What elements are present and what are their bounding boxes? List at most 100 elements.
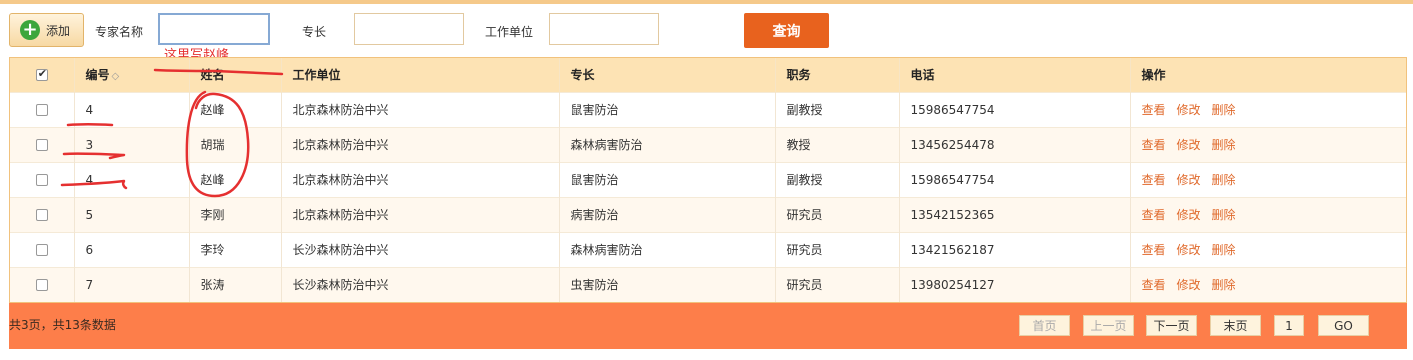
cell-id: 7 (74, 266, 190, 302)
cell-id: 4 (74, 91, 190, 127)
column-header-title: 职务 (775, 58, 900, 92)
first-page-button[interactable]: 首页 (1019, 315, 1070, 336)
query-button[interactable]: 查询 (744, 13, 829, 48)
cell-unit: 长沙森林防治中兴 (281, 266, 560, 302)
delete-link[interactable]: 删除 (1212, 208, 1236, 222)
table-row: 6 李玲 长沙森林防治中兴 森林病害防治 研究员 13421562187 查看 修改 删除 (10, 231, 1406, 267)
select-all-checkbox[interactable] (35, 67, 48, 82)
row-checkbox[interactable] (35, 139, 48, 151)
cell-unit: 北京森林防治中兴 (281, 161, 560, 197)
edit-link[interactable]: 修改 (1177, 103, 1201, 117)
cell-id: 6 (74, 231, 190, 267)
table-row: 4 赵峰 北京森林防治中兴 鼠害防治 副教授 15986547754 查看 修改 删除 (10, 91, 1406, 127)
cell-title: 副教授 (775, 161, 900, 197)
cell-phone: 13421562187 (899, 231, 1131, 267)
cell-phone: 15986547754 (899, 161, 1131, 197)
view-link[interactable]: 查看 (1142, 243, 1166, 257)
prev-page-button[interactable]: 上一页 (1083, 315, 1134, 336)
view-link[interactable]: 查看 (1142, 103, 1166, 117)
last-page-button[interactable]: 末页 (1210, 315, 1261, 336)
expert-name-label: 专家名称 (95, 25, 144, 39)
cell-id: 5 (74, 196, 190, 232)
row-checkbox[interactable] (35, 279, 48, 292)
view-link[interactable]: 查看 (1142, 173, 1166, 187)
row-checkbox[interactable] (35, 104, 48, 116)
plus-icon: + (20, 20, 40, 40)
row-select-cell (10, 231, 75, 267)
cell-title: 研究员 (775, 266, 900, 302)
row-checkbox[interactable] (35, 244, 48, 256)
cell-id: 3 (74, 126, 190, 162)
cell-phone: 15986547754 (899, 91, 1131, 127)
cell-name: 胡瑞 (189, 126, 282, 162)
add-button[interactable]: + 添加 (9, 13, 84, 47)
cell-name: 李玲 (189, 231, 282, 267)
cell-specialty: 鼠害防治 (559, 161, 776, 197)
cell-name: 张涛 (189, 266, 282, 302)
column-header-actions: 操作 (1141, 68, 1166, 83)
edit-link[interactable]: 修改 (1177, 173, 1201, 187)
cell-unit: 北京森林防治中兴 (281, 196, 560, 232)
cell-actions: 查看 修改 删除 (1130, 231, 1406, 267)
cell-specialty: 森林病害防治 (559, 231, 776, 267)
specialty-input[interactable] (354, 13, 464, 45)
work-unit-input[interactable] (549, 13, 659, 45)
cell-title: 研究员 (775, 196, 900, 232)
edit-link[interactable]: 修改 (1177, 243, 1201, 257)
cell-name: 赵峰 (189, 91, 282, 127)
view-link[interactable]: 查看 (1142, 278, 1166, 292)
cell-title: 教授 (775, 126, 900, 162)
cell-title: 研究员 (775, 231, 900, 267)
add-button-label: 添加 (46, 23, 71, 38)
sort-icon[interactable]: ◇ (112, 71, 120, 82)
delete-link[interactable]: 删除 (1212, 138, 1236, 152)
cell-name: 李刚 (189, 196, 282, 232)
cell-specialty: 鼠害防治 (559, 91, 776, 127)
edit-link[interactable]: 修改 (1177, 208, 1201, 222)
row-select-cell (10, 196, 75, 232)
edit-link[interactable]: 修改 (1177, 138, 1201, 152)
expert-name-input[interactable] (158, 13, 270, 45)
experts-table: 编号◇ 姓名 工作单位 专长 职务 电话 操作 4赵峰北京森林防治中兴鼠害防治副… (9, 57, 1407, 303)
cell-actions: 查看 修改 删除 (1130, 161, 1406, 197)
cell-actions: 查看 修改 删除 (1130, 126, 1406, 162)
cell-actions: 查看 修改 删除 (1130, 196, 1406, 232)
page-number-input[interactable]: 1 (1274, 315, 1304, 336)
view-link[interactable]: 查看 (1142, 138, 1166, 152)
column-header-unit: 工作单位 (281, 58, 560, 92)
delete-link[interactable]: 删除 (1212, 243, 1236, 257)
row-select-cell (10, 161, 75, 197)
table-row: 4 赵峰 北京森林防治中兴 鼠害防治 副教授 15986547754 查看 修改 删除 (10, 161, 1406, 197)
cell-id: 4 (74, 161, 190, 197)
go-button[interactable]: GO (1318, 315, 1369, 336)
row-select-cell (10, 126, 75, 162)
delete-link[interactable]: 删除 (1212, 173, 1236, 187)
view-link[interactable]: 查看 (1142, 208, 1166, 222)
table-row: 3 胡瑞 北京森林防治中兴 森林病害防治 教授 13456254478 查看 修改 删除 (10, 126, 1406, 162)
cell-actions: 查看 修改 删除 (1130, 266, 1406, 302)
cell-title: 副教授 (775, 91, 900, 127)
cell-name: 赵峰 (189, 161, 282, 197)
row-select-cell (10, 91, 75, 127)
cell-unit: 北京森林防治中兴 (281, 91, 560, 127)
column-header-name: 姓名 (189, 58, 282, 92)
pagination-summary: 共3页，共13条数据 (9, 318, 116, 332)
cell-phone: 13980254127 (899, 266, 1131, 302)
edit-link[interactable]: 修改 (1177, 278, 1201, 292)
row-checkbox[interactable] (35, 209, 48, 221)
select-all-cell (10, 58, 75, 92)
specialty-label: 专长 (302, 25, 327, 39)
delete-link[interactable]: 删除 (1212, 278, 1236, 292)
row-checkbox[interactable] (35, 174, 48, 186)
cell-unit: 北京森林防治中兴 (281, 126, 560, 162)
column-header-phone: 电话 (899, 58, 1131, 92)
column-header-specialty: 专长 (559, 58, 776, 92)
table-row: 5 李刚 北京森林防治中兴 病害防治 研究员 13542152365 查看 修改 删除 (10, 196, 1406, 232)
cell-specialty: 虫害防治 (559, 266, 776, 302)
cell-specialty: 病害防治 (559, 196, 776, 232)
cell-phone: 13456254478 (899, 126, 1131, 162)
delete-link[interactable]: 删除 (1212, 103, 1236, 117)
cell-phone: 13542152365 (899, 196, 1131, 232)
next-page-button[interactable]: 下一页 (1146, 315, 1197, 336)
column-header-id[interactable]: 编号 ◇ (74, 58, 190, 92)
